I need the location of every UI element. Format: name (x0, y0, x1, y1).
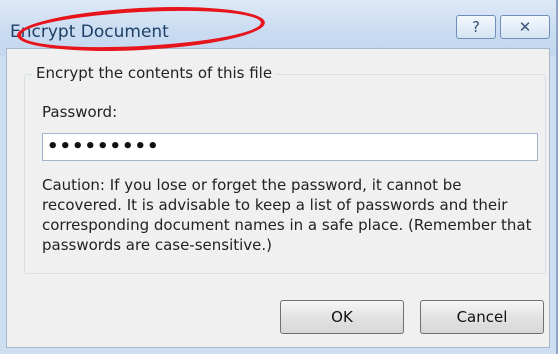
cancel-button[interactable]: Cancel (420, 300, 544, 334)
close-button[interactable]: ✕ (500, 15, 550, 39)
groupbox-label: Encrypt the contents of this file (32, 64, 277, 82)
password-label: Password: (42, 103, 118, 121)
close-icon: ✕ (518, 18, 532, 36)
password-field[interactable]: ••••••••• (42, 133, 538, 161)
help-button[interactable]: ? (456, 15, 496, 39)
ok-button[interactable]: OK (280, 300, 404, 334)
help-icon: ? (472, 18, 480, 36)
caution-text: Caution: If you lose or forget the passw… (42, 176, 532, 254)
